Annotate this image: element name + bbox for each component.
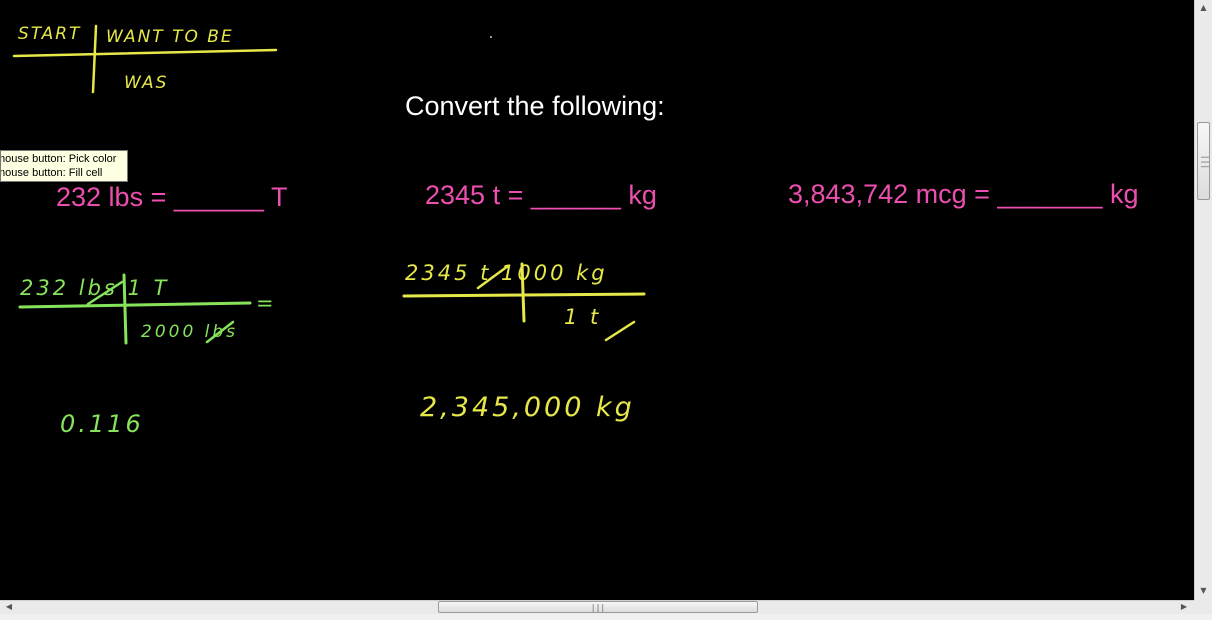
vertical-grip-icon: ||| [1201, 154, 1211, 170]
problem-2-text: 2345 t = ______ kg [425, 180, 657, 210]
horizontal-scroll-thumb[interactable]: ||| [438, 601, 758, 613]
window-bottom-edge [0, 614, 1212, 620]
tooltip: mouse button: Pick color mouse button: F… [0, 150, 128, 182]
problem-2-answer: 2,345,000 kg [420, 392, 635, 423]
problem-1-work-top: 232 lbs 1 T [20, 276, 170, 300]
tooltip-line-2: mouse button: Fill cell [0, 167, 103, 179]
problem-1-work-equals: = [256, 291, 277, 315]
scroll-right-icon[interactable]: ▶ [1179, 602, 1189, 611]
problem-1-work-bottom: 2000 lbs [141, 322, 239, 342]
tooltip-line-1: mouse button: Pick color [0, 153, 117, 165]
scroll-up-icon[interactable]: ▲ [1195, 3, 1212, 12]
problem-2-work-top: 2345 t 1000 kg [405, 261, 608, 285]
scroll-left-icon[interactable]: ◀ [4, 602, 14, 611]
scroll-down-icon[interactable]: ▼ [1195, 586, 1212, 595]
page-title: Convert the following: [405, 91, 665, 121]
drawing-canvas[interactable]: START WANT TO BE WAS Convert the followi… [0, 0, 1194, 600]
vertical-scrollbar[interactable]: ▲ ||| ▼ [1194, 0, 1212, 600]
horizontal-grip-icon: ||| [590, 603, 606, 612]
problem-1-text: 232 lbs = ______ T [56, 182, 288, 212]
vertical-scroll-thumb[interactable]: ||| [1197, 122, 1210, 200]
problem-1-answer: 0.116 [60, 410, 144, 438]
problem-3-text: 3,843,742 mcg = _______ kg [788, 179, 1139, 209]
horizontal-scrollbar[interactable]: ◀ ||| ▶ [0, 600, 1194, 614]
scrollbar-corner [1194, 600, 1212, 614]
handwritten-lines [12, 24, 646, 345]
problem-2-work-bottom: 1 t [564, 305, 602, 329]
